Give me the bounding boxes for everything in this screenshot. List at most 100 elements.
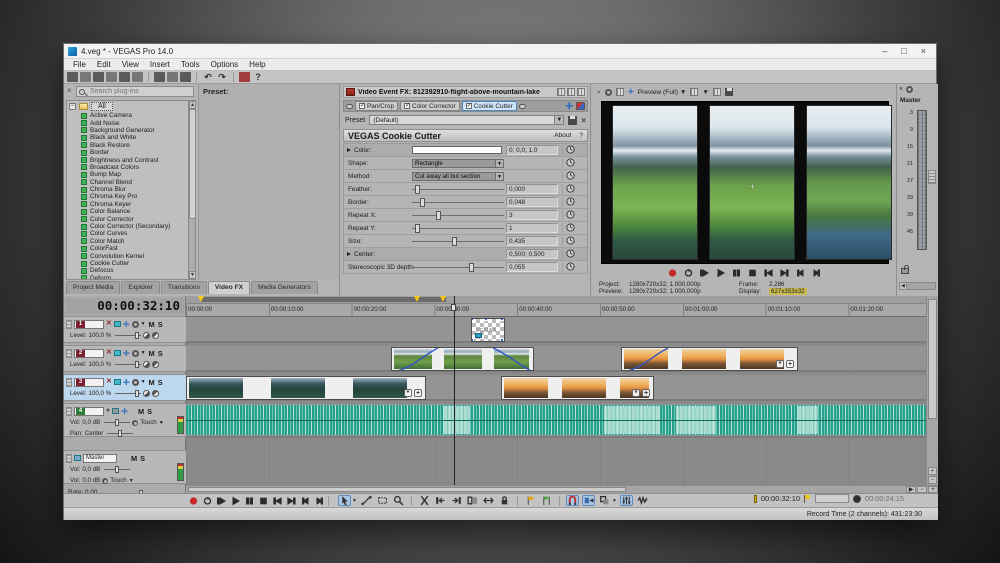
grid-overlay-icon[interactable] <box>690 88 699 96</box>
save-snapshot-icon[interactable] <box>724 88 733 96</box>
help-link[interactable]: ? <box>579 132 583 139</box>
expand-icon[interactable] <box>347 252 351 256</box>
zoom-out-icon[interactable]: − <box>928 476 937 484</box>
plugin-item[interactable]: Color Corrector <box>67 215 195 223</box>
param-slider[interactable] <box>412 185 504 194</box>
preview-settings-icon[interactable] <box>604 88 612 96</box>
loop-playback-button[interactable] <box>202 496 213 506</box>
next-frame-button[interactable] <box>314 496 325 506</box>
param-value[interactable]: 1 <box>506 223 558 233</box>
tab-media-generators[interactable]: Media Generators <box>251 281 318 294</box>
solo-button[interactable]: S <box>158 320 163 329</box>
zoom-in-icon[interactable]: + <box>928 486 938 493</box>
close-icon[interactable]: × <box>921 46 926 56</box>
play-from-start-button[interactable] <box>699 268 710 278</box>
timeline-vertical-scrollbar[interactable]: + − <box>926 296 938 485</box>
plugin-item[interactable]: Chroma Key Pro <box>67 193 195 200</box>
chevron-down-icon[interactable]: ▼ <box>141 350 146 356</box>
audio-track-row[interactable] <box>186 404 926 438</box>
center-crosshair-icon[interactable]: + <box>750 182 755 191</box>
expand-icon[interactable] <box>347 148 351 152</box>
zoom-out-icon[interactable]: − <box>917 486 927 493</box>
plugin-item[interactable]: Chroma Keyer <box>67 201 195 208</box>
menu-help[interactable]: Help <box>244 60 270 69</box>
param-value[interactable]: 0; 0,0; 1,0 <box>506 145 558 155</box>
plugin-item[interactable]: Black Restore <box>67 142 195 149</box>
marker-bar[interactable] <box>186 296 926 304</box>
slider-thumb[interactable] <box>414 224 420 233</box>
level-slider[interactable] <box>115 361 142 368</box>
scroll-left-icon[interactable]: ◀ <box>900 283 907 289</box>
audio-values-button[interactable] <box>636 495 649 506</box>
audio-waveform[interactable] <box>186 405 926 435</box>
param-value[interactable]: 0,048 <box>506 197 558 207</box>
tree-root-label[interactable]: All <box>91 102 113 111</box>
pan-crop-icon[interactable]: * <box>404 389 412 397</box>
plugin-item[interactable]: Color Balance <box>67 208 195 215</box>
automation-settings-icon[interactable] <box>131 349 139 357</box>
bus-fader[interactable] <box>104 466 131 473</box>
menu-insert[interactable]: Insert <box>145 60 175 69</box>
timeline-event[interactable]: VEGAS <box>471 318 505 342</box>
checkbox-icon[interactable]: ✓ <box>359 103 365 109</box>
timeline-horizontal-scrollbar[interactable]: ▶ − + <box>186 485 938 493</box>
previous-frame-button[interactable] <box>795 268 806 278</box>
plugin-item[interactable]: Active Camera <box>67 112 195 119</box>
plugin-item[interactable]: Black and White <box>67 134 195 141</box>
track-number-chip[interactable]: 2 <box>74 348 104 358</box>
insert-region-button[interactable] <box>540 495 553 506</box>
tree-root-row[interactable]: − All <box>67 101 195 112</box>
chevron-down-icon[interactable]: ▼ <box>495 160 503 167</box>
layout-button-1[interactable] <box>557 88 565 96</box>
chevron-down-icon[interactable]: ▼ <box>554 116 564 124</box>
track-motion-icon[interactable] <box>113 350 121 356</box>
chevron-down-icon[interactable]: ▼ <box>141 321 146 327</box>
parent-composite-icon[interactable] <box>152 361 160 368</box>
track-fx-icon[interactable]: ✛ <box>123 378 130 387</box>
slider-thumb[interactable] <box>135 332 140 339</box>
splitter-grip[interactable] <box>928 170 936 184</box>
track-motion-icon[interactable] <box>113 321 121 327</box>
color-swatch[interactable] <box>412 146 502 154</box>
publish-icon[interactable] <box>239 72 250 82</box>
timeline-grid[interactable]: 00:00:0000:00:10:0000:00:20:0000:00:30:0… <box>186 296 926 485</box>
automation-settings-icon[interactable] <box>132 419 139 426</box>
scroll-thumb[interactable] <box>189 109 195 219</box>
edit-tool-button[interactable] <box>338 495 351 506</box>
redo-icon[interactable]: ↷ <box>216 72 228 82</box>
param-dropdown[interactable]: Rectangle ▼ <box>412 159 504 168</box>
slider-thumb[interactable] <box>135 390 140 397</box>
panel-close-icon[interactable]: × <box>597 89 601 96</box>
scroll-down-icon[interactable]: ▼ <box>189 271 195 279</box>
plugin-item[interactable]: Color Curves <box>67 230 195 237</box>
plugin-item[interactable]: Border <box>67 149 195 156</box>
timeline-event[interactable]: * + <box>186 376 426 400</box>
plugin-item[interactable]: ColorFast <box>67 245 195 252</box>
video-preview-screen[interactable]: + <box>601 101 892 264</box>
playhead-handle[interactable] <box>451 304 456 311</box>
menu-tools[interactable]: Tools <box>176 60 205 69</box>
tab-transitions[interactable]: Transitions <box>160 281 207 294</box>
automation-settings-icon[interactable] <box>131 320 139 328</box>
track-row[interactable] <box>186 346 926 372</box>
record-button[interactable] <box>188 496 199 506</box>
track-motion-icon[interactable] <box>113 379 121 385</box>
undo-icon[interactable]: ↶ <box>202 72 214 82</box>
slider-thumb[interactable] <box>135 361 140 368</box>
maximize-icon[interactable]: □ <box>901 46 906 56</box>
checkbox-icon[interactable]: ✓ <box>404 103 410 109</box>
audio-track-header[interactable]: 4 ● ✛ M S Vol: 0,0 dB Touch ▼ Pan: Cente… <box>64 403 186 437</box>
preset-dropdown[interactable]: (Default) ▼ <box>369 115 565 125</box>
shuffle-button[interactable] <box>466 495 479 506</box>
new-project-icon[interactable] <box>67 72 78 82</box>
timeline-event[interactable]: * + <box>621 347 798 371</box>
mini-scrollbar[interactable]: ◀ <box>899 282 936 290</box>
meter-settings-icon[interactable] <box>906 86 914 93</box>
tab-video-fx[interactable]: Video FX <box>207 281 250 294</box>
plugin-item[interactable]: Chroma Blur <box>67 186 195 193</box>
animate-clock-icon[interactable] <box>562 262 588 272</box>
loop-playback-button[interactable] <box>683 268 694 278</box>
tree-scrollbar[interactable]: ▲ ▼ <box>188 101 195 279</box>
cursor-time[interactable]: 00:00:32:10 <box>761 494 800 503</box>
trim-start-button[interactable] <box>434 495 447 506</box>
